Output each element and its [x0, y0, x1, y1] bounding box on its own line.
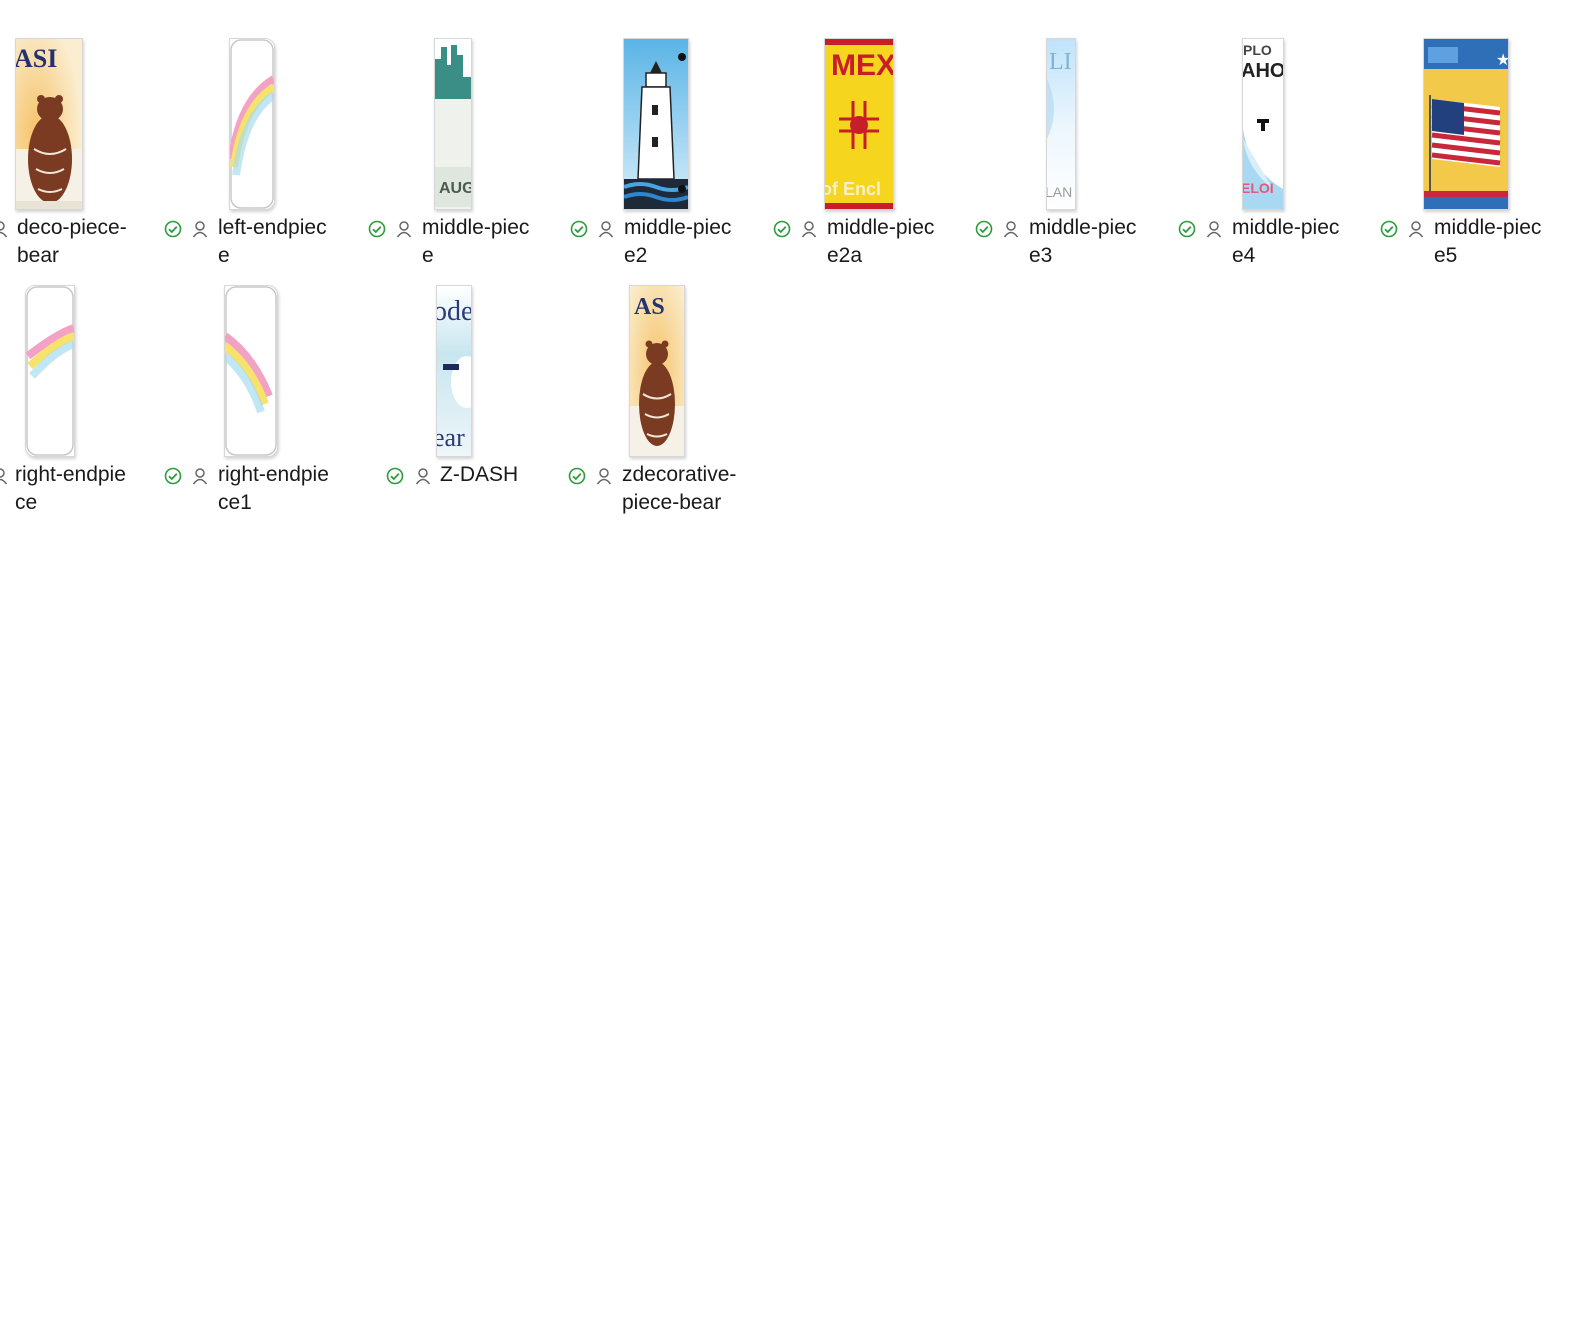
person-icon	[596, 467, 612, 485]
file-tile-left-endpiece[interactable]: left-endpiec e	[162, 38, 362, 278]
person-icon	[598, 220, 614, 238]
thumbnail-rainbow[interactable]	[229, 38, 275, 210]
thumb-text: AUG	[439, 180, 471, 197]
svg-text:★: ★	[1496, 52, 1508, 69]
file-tile-middle-piece2a[interactable]: MEX of Encl middle-piec e2a	[769, 38, 969, 278]
thumb-text: MEX	[831, 49, 893, 82]
thumbnail-rainbow[interactable]	[224, 285, 278, 457]
synced-check-icon	[164, 467, 182, 485]
synced-check-icon	[164, 220, 182, 238]
file-caption: middle-piec e2a	[769, 214, 969, 276]
file-name[interactable]: zdecorative-piece-bear	[622, 461, 754, 517]
file-caption: middle-piec e2	[566, 214, 766, 276]
person-icon	[1206, 220, 1222, 238]
thumbnail-mountain-plate[interactable]: PLO AHO ELOI	[1242, 38, 1284, 210]
file-tile-middle-piece4[interactable]: PLO AHO ELOI middle-piece4	[1174, 38, 1374, 278]
person-icon	[192, 220, 208, 238]
file-tile-z-dash[interactable]: ode ear Z-DASH	[384, 285, 584, 525]
thumb-text: LI	[1049, 49, 1072, 75]
file-tile-middle-piece[interactable]: AUG middle-piece	[364, 38, 564, 278]
person-icon	[0, 220, 8, 238]
file-caption: right-endpie ce1	[162, 461, 362, 523]
person-icon	[1003, 220, 1019, 238]
thumbnail-zia-sun[interactable]: MEX of Encl	[824, 38, 894, 210]
file-name[interactable]: right-endpie ce	[15, 461, 147, 517]
synced-check-icon	[386, 467, 404, 485]
thumbnail-rainbow[interactable]	[25, 285, 75, 457]
file-view: ASI deco-piece-bear left-endpiec e AU mi…	[0, 0, 1588, 1326]
file-tile-middle-piece3[interactable]: LI LAN middle-piec e3	[971, 38, 1171, 278]
thumb-text: AHO	[1243, 60, 1283, 82]
file-name[interactable]: middle-piec e4	[1232, 214, 1364, 270]
file-caption: deco-piece-bear	[0, 214, 172, 276]
synced-check-icon	[568, 467, 586, 485]
file-name[interactable]: middle-piec e2a	[827, 214, 959, 270]
person-icon	[415, 467, 431, 485]
synced-check-icon	[1178, 220, 1196, 238]
file-name[interactable]: Z-DASH	[440, 461, 572, 489]
person-icon	[801, 220, 817, 238]
file-caption: middle-piec e4	[1174, 214, 1374, 276]
file-tile-middle-piece2[interactable]: middle-piec e2	[566, 38, 766, 278]
file-caption: middle-piec e5	[1376, 214, 1576, 276]
file-caption: right-endpie ce	[0, 461, 170, 523]
synced-check-icon	[1380, 220, 1398, 238]
synced-check-icon	[570, 220, 588, 238]
thumb-text: of Encl	[825, 179, 881, 199]
thumbnail-lighthouse[interactable]	[623, 38, 689, 210]
thumbnail-us-flag[interactable]: ★	[1423, 38, 1509, 210]
thumbnail-dash-plate[interactable]: ode ear	[436, 285, 472, 457]
file-tile-right-endpiece1[interactable]: right-endpie ce1	[162, 285, 362, 525]
person-icon	[396, 220, 412, 238]
person-icon	[1408, 220, 1424, 238]
file-tile-right-endpiece[interactable]: right-endpie ce	[0, 285, 170, 525]
thumb-text: ode	[437, 296, 471, 327]
thumb-text: ear	[437, 423, 465, 452]
file-name[interactable]: middle-piec e2	[624, 214, 756, 270]
thumb-text: AS	[634, 294, 665, 320]
person-icon	[0, 467, 8, 485]
file-tile-middle-piece5[interactable]: ★ middle-piece5	[1376, 38, 1576, 278]
thumbnail-skyline[interactable]: AUG	[434, 38, 472, 210]
thumb-text: ELOI	[1243, 180, 1274, 196]
thumb-text: LAN	[1047, 184, 1072, 200]
file-name[interactable]: middle-piec e5	[1434, 214, 1566, 270]
file-caption: left-endpiec e	[162, 214, 362, 276]
synced-check-icon	[773, 220, 791, 238]
thumb-text: PLO	[1243, 42, 1272, 58]
file-caption: Z-DASH	[384, 461, 584, 523]
file-tile-deco-piece-bear[interactable]: ASI deco-piece-bear	[0, 38, 172, 278]
file-name[interactable]: right-endpie ce1	[218, 461, 350, 517]
file-caption: zdecorative-piece-bear	[566, 461, 766, 523]
synced-check-icon	[368, 220, 386, 238]
file-caption: middle-piec e3	[971, 214, 1171, 276]
file-name[interactable]: middle-piec e	[422, 214, 554, 270]
file-name[interactable]: deco-piece-bear	[17, 214, 149, 270]
file-tile-zdecorative-piece-bear[interactable]: AS zdecorative-piece-bear	[566, 285, 766, 525]
file-name[interactable]: middle-piec e3	[1029, 214, 1161, 270]
thumbnail-bear[interactable]: AS	[629, 285, 685, 457]
file-name[interactable]: left-endpiec e	[218, 214, 350, 270]
synced-check-icon	[975, 220, 993, 238]
file-caption: middle-piec e	[364, 214, 564, 276]
thumb-text: ASI	[16, 44, 57, 73]
thumbnail-pale-sky[interactable]: LI LAN	[1046, 38, 1076, 210]
person-icon	[192, 467, 208, 485]
thumbnail-bear[interactable]: ASI	[15, 38, 83, 210]
